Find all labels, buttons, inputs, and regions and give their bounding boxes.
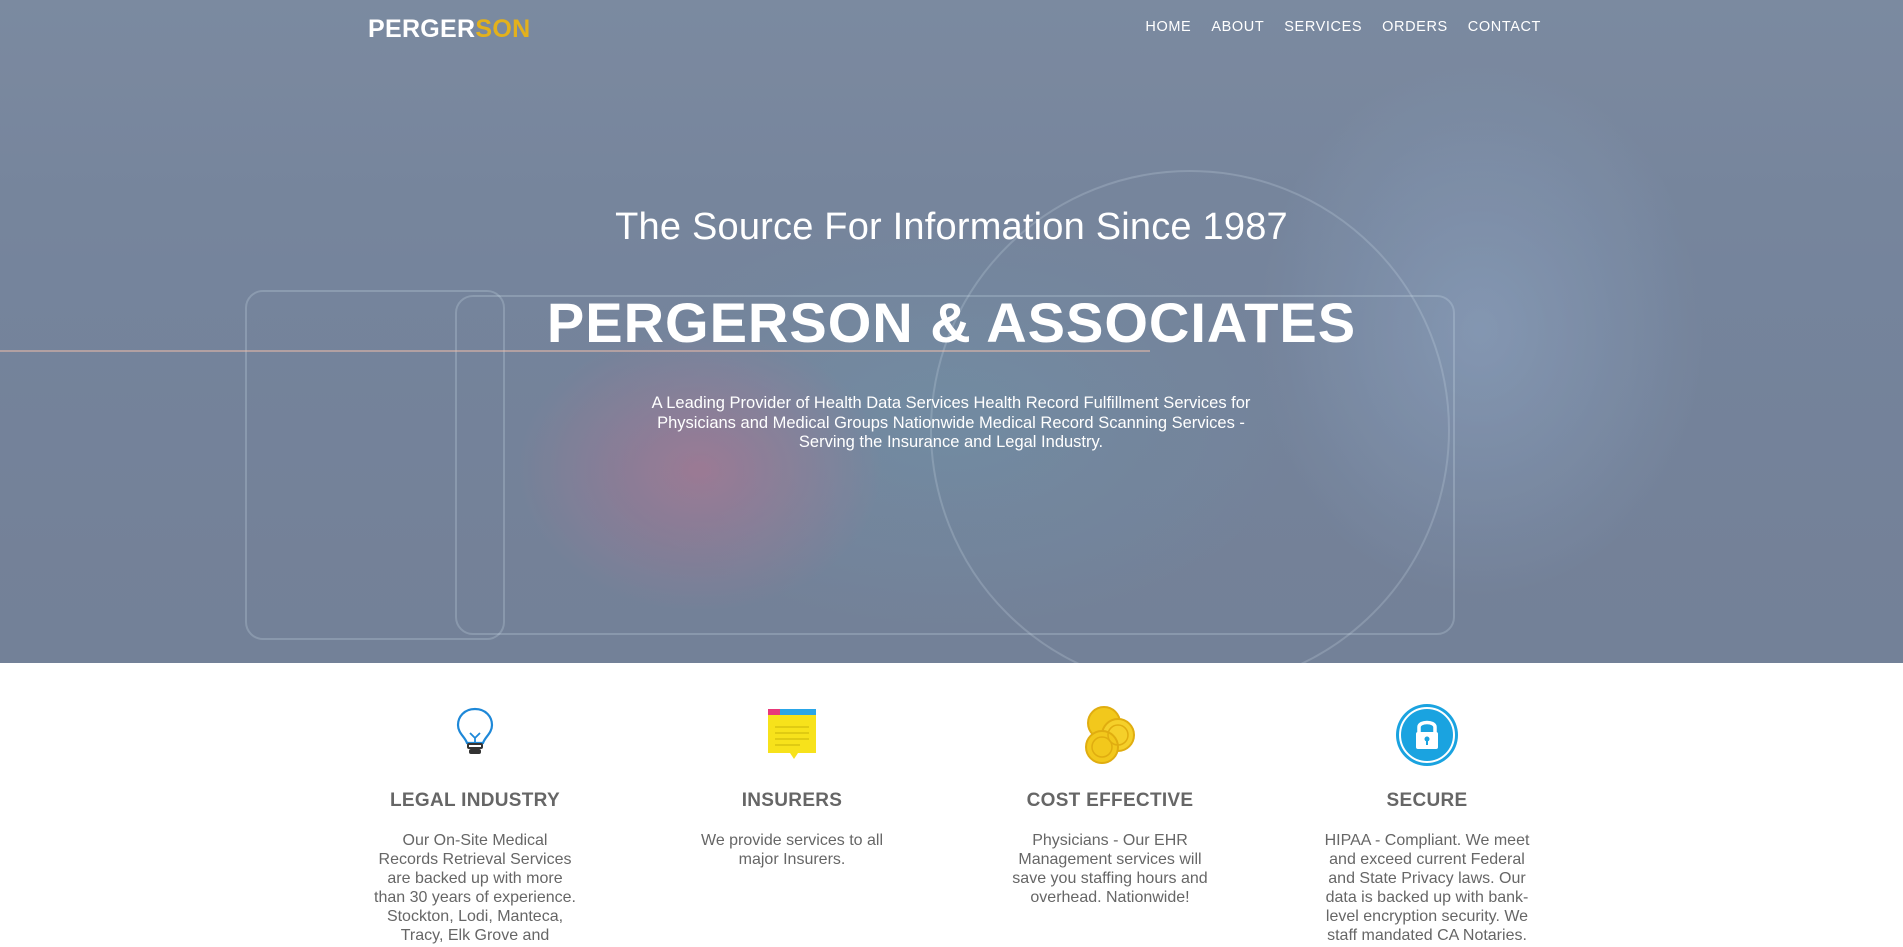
hero-section: PERGERSON HOME ABOUT SERVICES ORDERS CON…	[0, 0, 1903, 663]
hero-tagline: The Source For Information Since 1987	[615, 206, 1288, 248]
lightbulb-icon	[443, 703, 507, 767]
feature-title: INSURERS	[741, 790, 843, 811]
feature-text: We provide services to all major Insurer…	[701, 832, 883, 868]
feature-title: COST EFFECTIVE	[1026, 790, 1194, 811]
feature-text: HIPAA - Compliant. We meet and exceed cu…	[1324, 832, 1530, 944]
logo-text-primary: PERGER	[368, 15, 476, 43]
feature-text: Our On-Site Medical Records Retrieval Se…	[374, 832, 576, 944]
nav-link-contact[interactable]: CONTACT	[1468, 19, 1541, 35]
feature-title: LEGAL INDUSTRY	[390, 790, 560, 811]
nav-link-services[interactable]: SERVICES	[1284, 19, 1362, 35]
top-navigation: PERGERSON HOME ABOUT SERVICES ORDERS CON…	[0, 0, 1903, 58]
feature-text: Physicians - Our EHR Management services…	[1012, 832, 1208, 906]
feature-title: SECURE	[1386, 790, 1468, 811]
features-section: LEGAL INDUSTRY Our On-Site Medical Recor…	[0, 663, 1903, 947]
site-logo[interactable]: PERGERSON	[368, 15, 530, 44]
lock-icon	[1395, 703, 1459, 767]
main-menu: HOME ABOUT SERVICES ORDERS CONTACT	[1125, 19, 1541, 35]
nav-link-orders[interactable]: ORDERS	[1382, 19, 1448, 35]
coins-icon	[1078, 703, 1142, 767]
nav-link-home[interactable]: HOME	[1145, 19, 1191, 35]
hero-description: A Leading Provider of Health Data Servic…	[651, 394, 1251, 451]
nav-link-about[interactable]: ABOUT	[1211, 19, 1264, 35]
sticky-note-icon	[760, 703, 824, 767]
hero-headline: PERGERSON & ASSOCIATES	[546, 291, 1357, 354]
logo-text-accent: SON	[475, 15, 531, 43]
